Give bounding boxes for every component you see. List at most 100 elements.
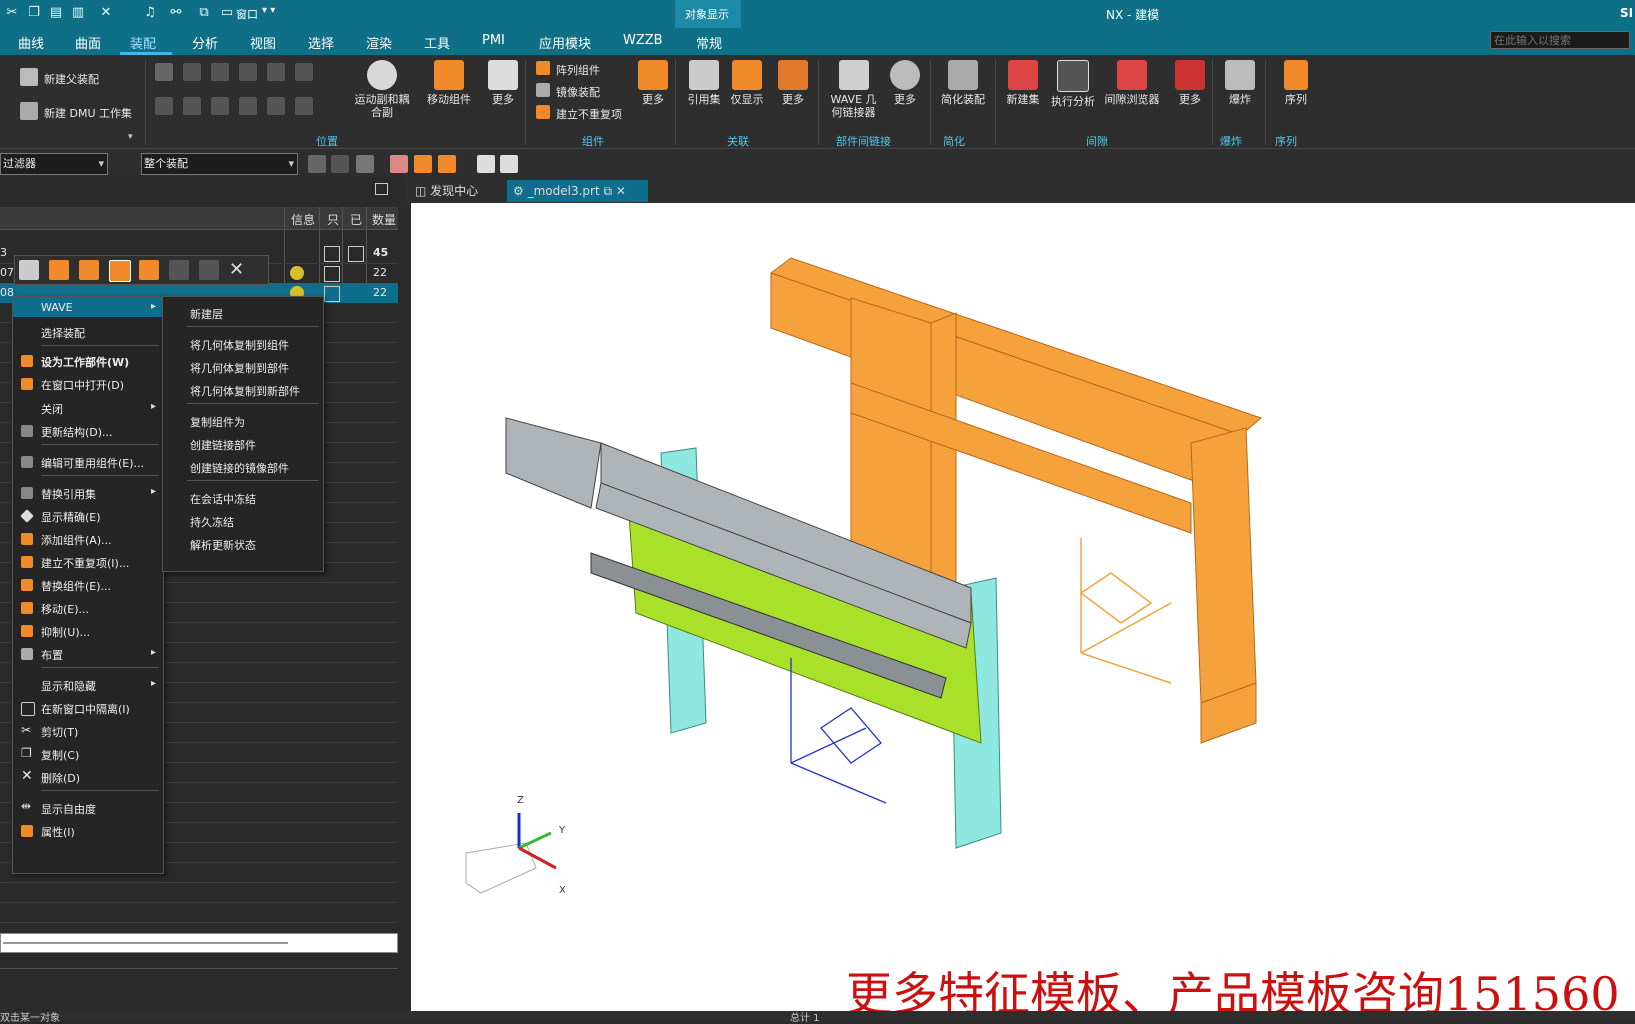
tab-general[interactable]: 常规 [696, 33, 722, 52]
tab-discovery-center[interactable]: ◫ 发现中心 [415, 180, 505, 202]
move-icon[interactable] [49, 260, 69, 280]
filter-tool-icon[interactable] [438, 155, 456, 173]
symmetric-icon[interactable] [295, 97, 313, 115]
clearance-more-button[interactable]: 更多 [1170, 60, 1210, 106]
microphone-icon[interactable]: ♫ [142, 5, 158, 21]
tab-curve[interactable]: 曲线 [18, 33, 44, 52]
paste-icon[interactable]: ▤ [48, 5, 64, 21]
column-quantity[interactable]: 数量 [372, 211, 396, 228]
scope-select[interactable]: 整个装配 ▾ [141, 153, 298, 175]
component-more-button[interactable]: 更多 [633, 60, 673, 106]
simplify-assembly-button[interactable]: 简化装配 [938, 60, 988, 106]
menu-item-replace-reference-set[interactable]: 替换引用集 [41, 486, 96, 502]
hide-icon[interactable] [169, 260, 189, 280]
window-icon[interactable]: ▭ [219, 5, 235, 21]
bond-icon[interactable] [239, 97, 257, 115]
concentric-icon[interactable] [183, 63, 201, 81]
make-work-part-icon[interactable] [109, 260, 131, 282]
column-info[interactable]: 信息 [291, 211, 315, 228]
window-switch-icon[interactable]: ⧉ [196, 5, 212, 21]
tab-surface[interactable]: 曲面 [75, 33, 101, 52]
tab-pmi[interactable]: PMI [482, 33, 505, 48]
type-filter-select[interactable]: 过滤器 ▾ [0, 153, 108, 175]
menu-item-isolate-new-window[interactable]: 在新窗口中隔离(I) [41, 701, 130, 717]
make-unique-button[interactable]: 建立不重复项 [536, 105, 636, 121]
parallel-icon[interactable] [267, 63, 285, 81]
link-more-button[interactable]: 更多 [885, 60, 925, 106]
tab-tools[interactable]: 工具 [424, 33, 450, 52]
tab-applications[interactable]: 应用模块 [539, 33, 591, 52]
menu-item-make-work-part[interactable]: 设为工作部件(W) [41, 354, 129, 370]
command-search-input[interactable] [1490, 31, 1630, 49]
menu-item-make-unique[interactable]: 建立不重复项(I)... [41, 555, 129, 571]
mirror-assembly-button[interactable]: 镜像装配 [536, 83, 616, 99]
maximize-icon[interactable] [375, 183, 388, 195]
relation-more-button[interactable]: 更多 [773, 60, 813, 106]
touch-align-icon[interactable] [155, 63, 173, 81]
menu-item-delete[interactable]: 删除(D) [41, 770, 80, 786]
menu-item-update-structure[interactable]: 更新结构(D)... [41, 424, 113, 440]
new-dmu-workset-button[interactable]: 新建 DMU 工作集 [20, 102, 145, 120]
menu-item-wave[interactable]: WAVE [41, 301, 73, 314]
menu-item-move[interactable]: 移动(E)... [41, 601, 89, 617]
graphics-window[interactable]: Z Y X [411, 203, 1635, 1011]
filter-tool-icon[interactable] [477, 155, 495, 173]
brush-icon[interactable] [199, 260, 219, 280]
menu-item-show-exact[interactable]: 显示精确(E) [41, 509, 101, 525]
filter-tool-icon[interactable] [308, 155, 326, 173]
horizontal-scrollbar[interactable] [3, 942, 288, 944]
replace-icon[interactable] [79, 260, 99, 280]
angle-icon[interactable] [155, 97, 173, 115]
menu-item-resolve-update-status[interactable]: 解析更新状态 [190, 537, 256, 553]
menu-item-select-assembly[interactable]: 选择装配 [41, 325, 85, 341]
tab-assembly[interactable]: 装配 [130, 33, 156, 52]
close-x-icon[interactable]: ✕ [98, 5, 114, 21]
tab-model3-prt[interactable]: ⚙ _model3.prt ⧉ ✕ [507, 180, 648, 202]
column-readonly[interactable]: 只 [327, 211, 339, 228]
menu-item-properties[interactable]: 属性(I) [41, 824, 75, 840]
filter-tool-icon[interactable] [331, 155, 349, 173]
distance-icon[interactable] [211, 63, 229, 81]
wave-geometry-linker-button[interactable]: WAVE 几何链接器 [826, 60, 881, 119]
filter-tool-icon[interactable] [414, 155, 432, 173]
menu-item-copy-component-as[interactable]: 复制组件为 [190, 414, 245, 430]
menu-item-create-linked-mirror-part[interactable]: 创建链接的镜像部件 [190, 460, 289, 476]
align-lock-icon[interactable] [211, 97, 229, 115]
menu-item-copy-geometry-to-component[interactable]: 将几何体复制到组件 [190, 337, 289, 353]
group-dropdown-icon[interactable]: ▾ [128, 132, 133, 142]
tab-select[interactable]: 选择 [308, 33, 334, 52]
menu-item-show-hide[interactable]: 显示和隐藏 [41, 678, 96, 694]
touch-mode-icon[interactable]: ⚯ [168, 5, 184, 21]
fix-icon[interactable] [239, 63, 257, 81]
sequence-button[interactable]: 序列 [1275, 60, 1317, 106]
move-component-button[interactable]: 移动组件 [424, 60, 474, 106]
pattern-component-button[interactable]: 阵列组件 [536, 61, 616, 77]
perpendicular-icon[interactable] [295, 63, 313, 81]
tab-analysis[interactable]: 分析 [192, 33, 218, 52]
reposition-icon[interactable] [139, 260, 159, 280]
snap-icon[interactable]: ✂ [4, 5, 20, 21]
show-only-button[interactable]: 仅显示 [727, 60, 767, 106]
menu-item-freeze-in-session[interactable]: 在会话中冻结 [190, 491, 256, 507]
filter-tool-icon[interactable] [500, 155, 518, 173]
chevron-down-icon[interactable]: ▾ ▾ [262, 5, 275, 16]
constraint-icon[interactable] [19, 260, 39, 280]
menu-item-copy-geometry-to-new-part[interactable]: 将几何体复制到新部件 [190, 383, 300, 399]
filter-tool-icon[interactable] [390, 155, 408, 173]
delete-icon[interactable]: ▥ [70, 5, 86, 21]
filter-tool-icon[interactable] [356, 155, 374, 173]
undock-icon[interactable]: ⧉ [603, 184, 612, 198]
new-parent-assembly-button[interactable]: 新建父装配 [20, 68, 140, 86]
window-menu[interactable]: 窗口 [236, 6, 258, 22]
tab-render[interactable]: 渲染 [366, 33, 392, 52]
menu-item-close[interactable]: 关闭 [41, 401, 63, 417]
new-set-button[interactable]: 新建集 [1002, 60, 1044, 106]
position-more-button[interactable]: 更多 [483, 60, 523, 106]
menu-item-add-component[interactable]: 添加组件(A)... [41, 532, 112, 548]
menu-item-new-level[interactable]: 新建层 [190, 306, 223, 322]
copy-icon[interactable]: ❐ [26, 5, 42, 21]
menu-item-cut[interactable]: 剪切(T) [41, 724, 78, 740]
joint-coupler-button[interactable]: 运动副和耦合副 [352, 60, 412, 119]
center-icon[interactable] [183, 97, 201, 115]
explode-button[interactable]: 爆炸 [1220, 60, 1260, 106]
